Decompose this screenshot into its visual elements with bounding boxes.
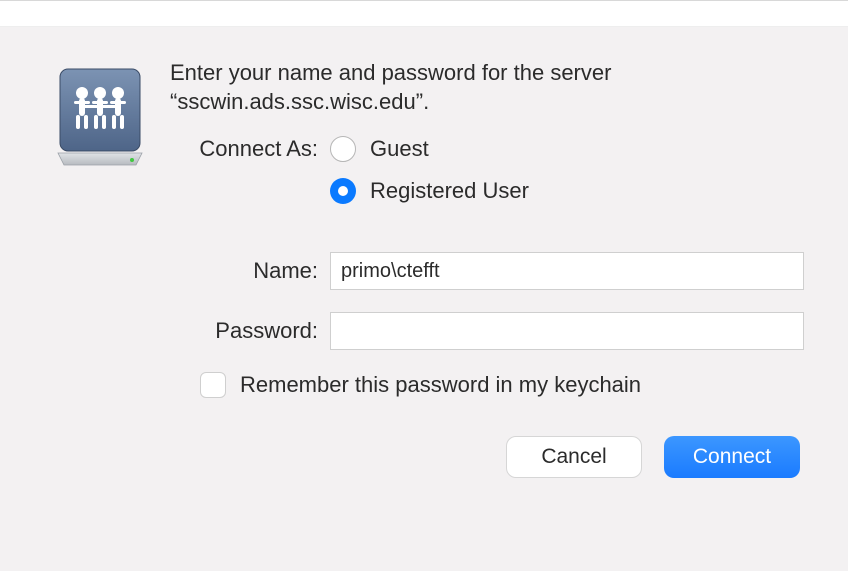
checkbox-icon xyxy=(200,372,226,398)
connect-as-radio-group: Guest Registered User xyxy=(330,136,529,204)
dialog-buttons: Cancel Connect xyxy=(170,436,804,478)
radio-registered-user[interactable]: Registered User xyxy=(330,178,529,204)
credentials-block: Name: Password: xyxy=(170,252,804,350)
remember-label: Remember this password in my keychain xyxy=(240,372,641,398)
window-titlebar-spacer xyxy=(0,1,848,27)
password-label: Password: xyxy=(170,318,330,344)
radio-icon xyxy=(330,136,356,162)
password-row: Password: xyxy=(170,312,804,350)
radio-icon xyxy=(330,178,356,204)
radio-guest-label: Guest xyxy=(370,136,429,162)
name-input[interactable] xyxy=(330,252,804,290)
connect-as-label: Connect As: xyxy=(170,136,330,162)
password-input[interactable] xyxy=(330,312,804,350)
connect-as-row: Connect As: Guest Registered User xyxy=(170,136,804,232)
prompt-text: Enter your name and password for the ser… xyxy=(170,59,804,116)
name-label: Name: xyxy=(170,258,330,284)
main-column: Enter your name and password for the ser… xyxy=(160,59,808,478)
connect-to-server-dialog: Enter your name and password for the ser… xyxy=(0,0,848,571)
connect-button[interactable]: Connect xyxy=(664,436,800,478)
radio-registered-label: Registered User xyxy=(370,178,529,204)
radio-guest[interactable]: Guest xyxy=(330,136,529,162)
cancel-button[interactable]: Cancel xyxy=(506,436,642,478)
dialog-content: Enter your name and password for the ser… xyxy=(0,27,848,510)
network-server-icon xyxy=(54,65,146,157)
remember-keychain-checkbox[interactable]: Remember this password in my keychain xyxy=(200,372,804,398)
name-row: Name: xyxy=(170,252,804,290)
icon-column xyxy=(40,59,160,157)
